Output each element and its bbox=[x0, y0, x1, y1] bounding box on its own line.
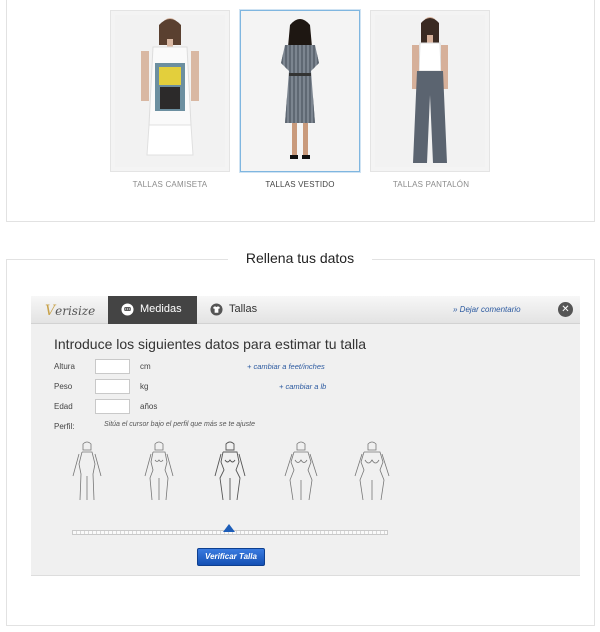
comment-link[interactable]: » Dejar comentario bbox=[453, 305, 521, 314]
peso-label: Peso bbox=[54, 382, 73, 391]
tab-tallas-label: Tallas bbox=[229, 303, 258, 315]
altura-input[interactable] bbox=[95, 359, 130, 374]
verisize-logo: Verisize bbox=[45, 303, 96, 319]
tab-medidas-label: Medidas bbox=[140, 303, 182, 315]
garment-label-pantalon[interactable]: TALLAS PANTALÓN bbox=[361, 180, 501, 189]
model-vestido-image bbox=[245, 15, 355, 167]
garment-pantalon[interactable] bbox=[370, 10, 490, 172]
body-profile-1[interactable] bbox=[65, 440, 109, 502]
verify-size-button[interactable]: Verificar Talla bbox=[197, 548, 265, 566]
close-icon[interactable]: ✕ bbox=[558, 302, 573, 317]
peso-input[interactable] bbox=[95, 379, 130, 394]
altura-label: Altura bbox=[54, 362, 75, 371]
body-profile-4[interactable] bbox=[279, 440, 323, 502]
perfil-hint: Sitúa el cursor bajo el perfil que más s… bbox=[104, 421, 255, 428]
tab-medidas[interactable]: Medidas bbox=[108, 296, 197, 324]
body-profile-3[interactable] bbox=[208, 440, 252, 502]
tshirt-icon bbox=[210, 303, 223, 316]
form-title: Introduce los siguientes datos para esti… bbox=[54, 336, 367, 352]
model-camiseta-image bbox=[115, 15, 225, 167]
garment-camiseta[interactable] bbox=[110, 10, 230, 172]
garment-label-vestido[interactable]: TALLAS VESTIDO bbox=[230, 180, 370, 189]
widget-tabbar: Verisize Medidas Tallas » Dejar comentar… bbox=[31, 296, 580, 324]
profile-slider-handle[interactable] bbox=[223, 524, 235, 532]
garment-vestido[interactable] bbox=[240, 10, 360, 172]
edad-unit: años bbox=[140, 402, 158, 411]
verisize-widget: Verisize Medidas Tallas » Dejar comentar… bbox=[31, 296, 580, 576]
garment-label-camiseta[interactable]: TALLAS CAMISETA bbox=[100, 180, 240, 189]
edad-input[interactable] bbox=[95, 399, 130, 414]
peso-unit: kg bbox=[140, 382, 149, 391]
change-weight-link[interactable]: + cambiar a lb bbox=[279, 382, 326, 391]
tab-tallas[interactable]: Tallas bbox=[197, 296, 277, 324]
speech-bubble-icon bbox=[121, 303, 134, 316]
edad-label: Edad bbox=[54, 402, 73, 411]
perfil-label: Perfil: bbox=[54, 422, 75, 431]
body-profile-5[interactable] bbox=[350, 440, 394, 502]
model-pantalon-image bbox=[375, 15, 485, 167]
section-title: Rellena tus datos bbox=[245, 250, 355, 266]
altura-unit: cm bbox=[140, 362, 151, 371]
change-height-link[interactable]: + cambiar a feet/inches bbox=[247, 362, 325, 371]
body-profile-2[interactable] bbox=[137, 440, 181, 502]
